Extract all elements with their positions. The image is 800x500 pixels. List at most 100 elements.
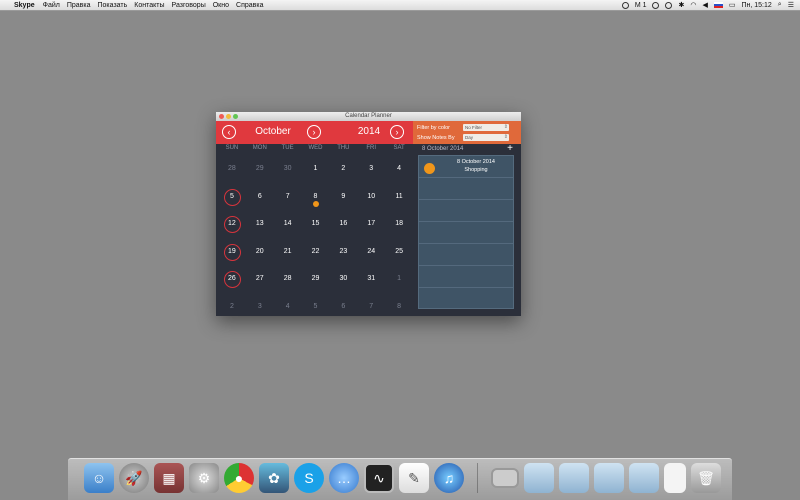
wifi-icon[interactable]: ◠ xyxy=(690,1,696,9)
next-month-button[interactable]: › xyxy=(307,125,321,139)
day-cell[interactable]: 17 xyxy=(357,210,385,238)
day-cell[interactable]: 16 xyxy=(329,210,357,238)
day-cell[interactable]: 1 xyxy=(385,265,413,293)
calendar-week: 28 29 30 1 2 3 4 xyxy=(218,155,413,183)
day-cell[interactable]: 11 xyxy=(385,183,413,211)
launchpad-icon[interactable]: 🚀 xyxy=(119,463,149,493)
close-icon[interactable] xyxy=(219,114,224,119)
note-item[interactable]: 8 October 2014 Shopping xyxy=(419,156,513,178)
menu-view[interactable]: Показать xyxy=(98,2,128,9)
day-cell[interactable]: 24 xyxy=(357,238,385,266)
folder-icon[interactable] xyxy=(524,463,554,493)
spotlight-icon[interactable]: ⌕ xyxy=(778,1,782,9)
window-titlebar[interactable]: Calendar Planner xyxy=(216,112,521,121)
day-cell[interactable]: 28 xyxy=(274,265,302,293)
day-cell[interactable]: 30 xyxy=(329,265,357,293)
day-cell[interactable]: 4 xyxy=(274,293,302,321)
day-cell[interactable]: 7 xyxy=(357,293,385,321)
iphoto-icon[interactable]: ✿ xyxy=(259,463,289,493)
activity-monitor-icon[interactable]: ∿ xyxy=(364,463,394,493)
input-source-flag-icon[interactable] xyxy=(713,2,723,8)
day-cell[interactable]: 14 xyxy=(274,210,302,238)
screen-icon[interactable] xyxy=(491,468,519,488)
day-cell[interactable]: 3 xyxy=(246,293,274,321)
minimize-icon[interactable] xyxy=(226,114,231,119)
day-cell[interactable]: 6 xyxy=(329,293,357,321)
day-cell[interactable]: 5 xyxy=(218,183,246,211)
status-circle-icon[interactable] xyxy=(621,1,629,9)
menu-clock[interactable]: Пн, 15:12 xyxy=(741,2,771,9)
day-cell[interactable]: 28 xyxy=(218,155,246,183)
day-cell[interactable]: 23 xyxy=(329,238,357,266)
note-line[interactable] xyxy=(419,178,513,200)
volume-icon[interactable]: ◀ xyxy=(702,1,707,9)
status-m-label[interactable]: M 1 xyxy=(635,2,647,9)
folder-icon[interactable] xyxy=(594,463,624,493)
menu-contacts[interactable]: Контакты xyxy=(134,2,164,9)
day-cell[interactable]: 12 xyxy=(218,210,246,238)
day-number: 8 xyxy=(313,192,318,200)
day-cell[interactable]: 2 xyxy=(218,293,246,321)
timemachine-icon[interactable] xyxy=(665,1,673,9)
day-cell[interactable]: 9 xyxy=(329,183,357,211)
folder-icon[interactable] xyxy=(629,463,659,493)
document-icon[interactable] xyxy=(664,463,686,493)
day-cell[interactable]: 13 xyxy=(246,210,274,238)
day-cell[interactable]: 30 xyxy=(274,155,302,183)
day-cell[interactable]: 31 xyxy=(357,265,385,293)
note-line[interactable] xyxy=(419,266,513,288)
day-cell[interactable]: 27 xyxy=(246,265,274,293)
calendar-week: 12 13 14 15 16 17 18 xyxy=(218,210,413,238)
menu-edit[interactable]: Правка xyxy=(67,2,91,9)
show-notes-by-select[interactable]: Day xyxy=(463,134,509,141)
day-cell[interactable]: 19 xyxy=(218,238,246,266)
messages-icon[interactable]: … xyxy=(329,463,359,493)
photo-slideshow-icon[interactable]: ▦ xyxy=(154,463,184,493)
folder-icon[interactable] xyxy=(559,463,589,493)
day-cell[interactable]: 26 xyxy=(218,265,246,293)
day-cell[interactable]: 5 xyxy=(302,293,330,321)
notes-header: 8 October 2014 + xyxy=(416,144,521,154)
day-cell[interactable]: 18 xyxy=(385,210,413,238)
day-cell[interactable]: 20 xyxy=(246,238,274,266)
day-cell[interactable]: 4 xyxy=(385,155,413,183)
day-cell[interactable]: 21 xyxy=(274,238,302,266)
prev-month-button[interactable]: ‹ xyxy=(222,125,236,139)
day-cell[interactable]: 25 xyxy=(385,238,413,266)
note-line[interactable] xyxy=(419,200,513,222)
day-cell[interactable]: 1 xyxy=(302,155,330,183)
day-cell-selected[interactable]: 8 xyxy=(302,183,330,211)
zoom-icon[interactable] xyxy=(233,114,238,119)
day-cell[interactable]: 2 xyxy=(329,155,357,183)
battery-icon[interactable]: ▭ xyxy=(729,1,736,9)
day-cell[interactable]: 10 xyxy=(357,183,385,211)
day-cell[interactable]: 3 xyxy=(357,155,385,183)
app-menu-skype[interactable]: Skype xyxy=(14,2,35,9)
day-cell[interactable]: 8 xyxy=(385,293,413,321)
itunes-icon[interactable]: ♫ xyxy=(434,463,464,493)
filter-by-color-select[interactable]: No Filter xyxy=(463,124,509,131)
menu-file[interactable]: Файл xyxy=(43,2,60,9)
textedit-icon[interactable]: ✎ xyxy=(399,463,429,493)
day-cell[interactable]: 29 xyxy=(246,155,274,183)
day-cell[interactable]: 15 xyxy=(302,210,330,238)
chrome-icon[interactable]: ● xyxy=(224,463,254,493)
day-cell[interactable]: 7 xyxy=(274,183,302,211)
add-note-button[interactable]: + xyxy=(507,144,513,154)
skype-icon[interactable]: S xyxy=(294,463,324,493)
menu-help[interactable]: Справка xyxy=(236,2,263,9)
finder-icon[interactable]: ☺ xyxy=(84,463,114,493)
bluetooth-icon[interactable]: ✱ xyxy=(678,1,684,9)
next-year-button[interactable]: › xyxy=(390,125,404,139)
day-cell[interactable]: 29 xyxy=(302,265,330,293)
menu-conversations[interactable]: Разговоры xyxy=(172,2,206,9)
menu-window[interactable]: Окно xyxy=(213,2,229,9)
day-cell[interactable]: 22 xyxy=(302,238,330,266)
skype-status-icon[interactable] xyxy=(652,1,660,9)
notification-center-icon[interactable]: ☰ xyxy=(788,1,794,9)
trash-icon[interactable]: 🗑 xyxy=(691,463,721,493)
note-line[interactable] xyxy=(419,222,513,244)
note-line[interactable] xyxy=(419,244,513,266)
system-preferences-icon[interactable]: ⚙ xyxy=(189,463,219,493)
day-cell[interactable]: 6 xyxy=(246,183,274,211)
